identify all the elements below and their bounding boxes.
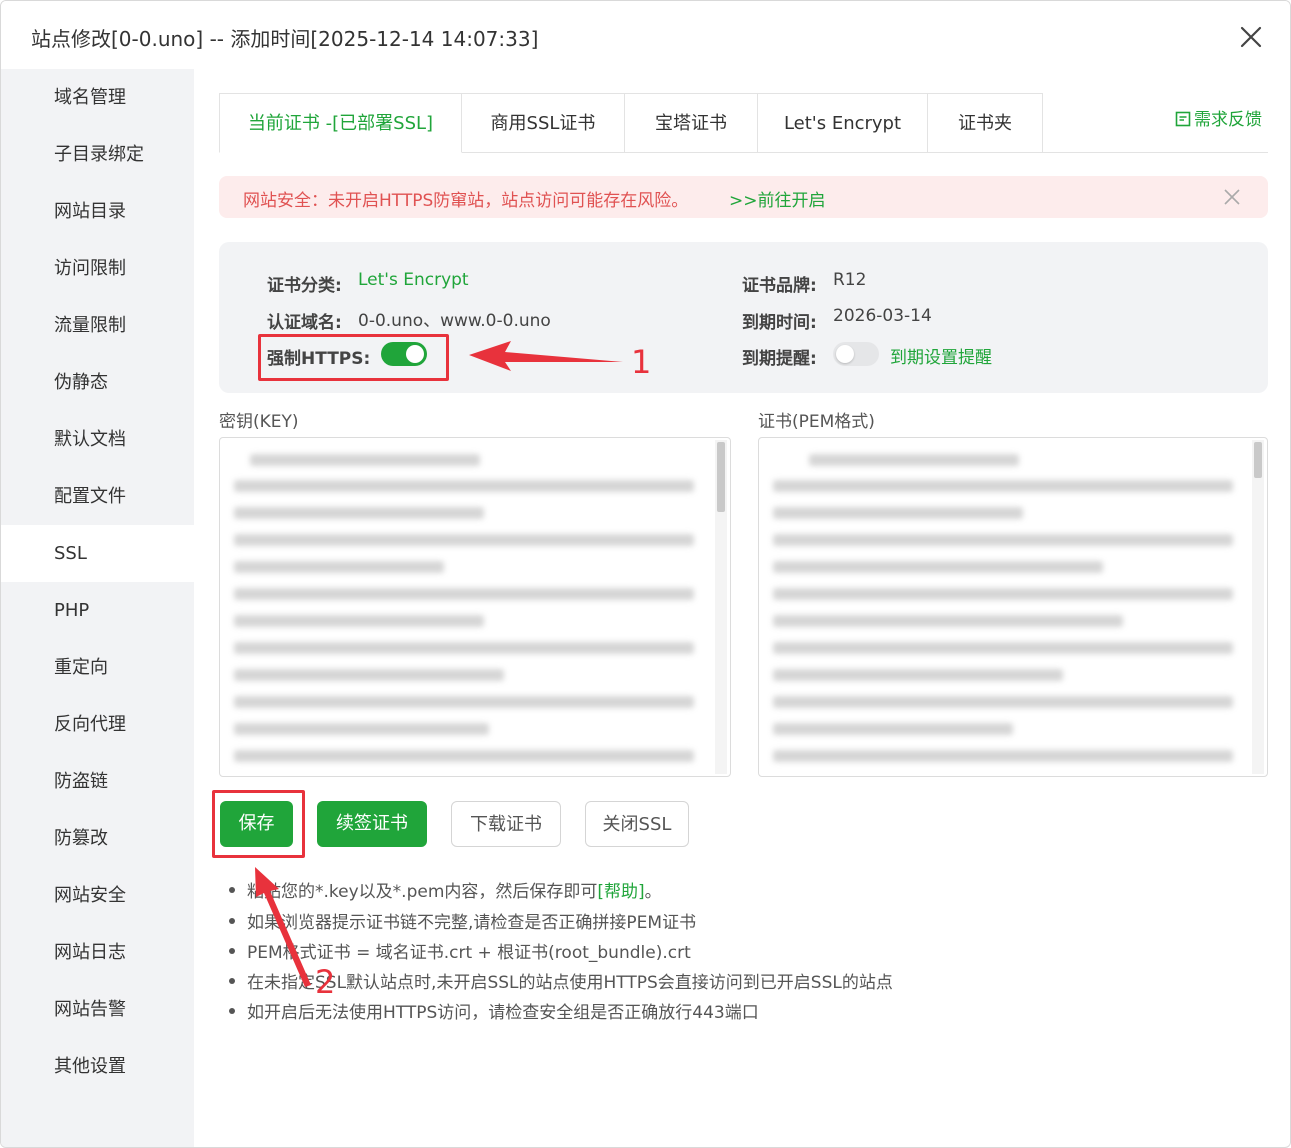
tip-item: 如开启后无法使用HTTPS访问，请检查安全组是否正确放行443端口 bbox=[229, 998, 759, 1023]
sidebar-item-config[interactable]: 配置文件 bbox=[1, 468, 194, 525]
sidebar-item-subdir[interactable]: 子目录绑定 bbox=[1, 126, 194, 183]
settings-sidebar: 域名管理 子目录绑定 网站目录 访问限制 流量限制 伪静态 默认文档 配置文件 … bbox=[1, 69, 194, 1147]
set-reminder-link[interactable]: 到期设置提醒 bbox=[890, 343, 992, 368]
annotation-number-1: 1 bbox=[631, 343, 652, 381]
feedback-link[interactable]: 需求反馈 bbox=[1175, 105, 1262, 132]
cert-domain-label: 认证域名: bbox=[267, 313, 342, 333]
sidebar-item-logs[interactable]: 网站日志 bbox=[1, 924, 194, 981]
expire-date-label: 到期时间: bbox=[742, 313, 817, 333]
dialog-title: 站点修改[0-0.uno] -- 添加时间[2025-12-14 14:07:3… bbox=[31, 27, 539, 51]
https-warning-alert: 网站安全：未开启HTTPS防窜站，站点访问可能存在风险。 >>前往开启 bbox=[219, 176, 1268, 218]
alert-close-button[interactable] bbox=[1223, 188, 1241, 206]
cert-scrollbar[interactable] bbox=[1252, 440, 1264, 774]
cert-brand-label: 证书品牌: bbox=[742, 276, 817, 296]
sidebar-item-alerts[interactable]: 网站告警 bbox=[1, 981, 194, 1038]
enable-protection-link[interactable]: >>前往开启 bbox=[729, 186, 826, 211]
cert-domain-value: 0-0.uno、www.0-0.uno bbox=[358, 311, 551, 331]
close-ssl-button[interactable]: 关闭SSL bbox=[585, 801, 689, 847]
sidebar-item-access-limit[interactable]: 访问限制 bbox=[1, 240, 194, 297]
cert-brand-value: R12 bbox=[833, 270, 867, 290]
sidebar-item-redirect[interactable]: 重定向 bbox=[1, 639, 194, 696]
cert-field-label: 证书(PEM格式) bbox=[758, 412, 875, 432]
sidebar-item-default-doc[interactable]: 默认文档 bbox=[1, 411, 194, 468]
key-field-label: 密钥(KEY) bbox=[219, 412, 299, 432]
feedback-label: 需求反馈 bbox=[1194, 110, 1262, 130]
alert-text: 网站安全：未开启HTTPS防窜站，站点访问可能存在风险。 bbox=[243, 191, 689, 211]
annotation-number-2: 2 bbox=[315, 963, 336, 1001]
tab-current-cert[interactable]: 当前证书 -[已部署SSL] bbox=[219, 93, 462, 153]
tab-cert-folder[interactable]: 证书夹 bbox=[928, 93, 1043, 153]
expire-reminder-toggle[interactable] bbox=[833, 342, 879, 366]
sidebar-item-other[interactable]: 其他设置 bbox=[1, 1038, 194, 1095]
expire-date-value: 2026-03-14 bbox=[833, 306, 932, 326]
sidebar-item-tamper[interactable]: 防篡改 bbox=[1, 810, 194, 867]
sidebar-item-rewrite[interactable]: 伪静态 bbox=[1, 354, 194, 411]
sidebar-item-php[interactable]: PHP bbox=[1, 582, 194, 639]
tab-underline bbox=[1043, 152, 1268, 153]
annotation-box-1 bbox=[258, 334, 449, 381]
key-scrollbar[interactable] bbox=[715, 440, 727, 774]
close-icon bbox=[1224, 189, 1240, 205]
sidebar-item-reverse-proxy[interactable]: 反向代理 bbox=[1, 696, 194, 753]
close-icon bbox=[1240, 26, 1262, 48]
sidebar-item-domain[interactable]: 域名管理 bbox=[1, 69, 194, 126]
site-edit-dialog: 站点修改[0-0.uno] -- 添加时间[2025-12-14 14:07:3… bbox=[0, 0, 1291, 1148]
sidebar-item-traffic-limit[interactable]: 流量限制 bbox=[1, 297, 194, 354]
annotation-arrow-1-icon bbox=[469, 341, 623, 371]
expire-reminder-label: 到期提醒: bbox=[742, 349, 817, 369]
key-textarea[interactable] bbox=[219, 437, 731, 777]
tab-bt-cert[interactable]: 宝塔证书 bbox=[625, 93, 758, 153]
sidebar-item-hotlink[interactable]: 防盗链 bbox=[1, 753, 194, 810]
annotation-box-2 bbox=[212, 790, 305, 858]
sidebar-item-security[interactable]: 网站安全 bbox=[1, 867, 194, 924]
cert-category-label: 证书分类: bbox=[267, 276, 342, 296]
cert-textarea[interactable] bbox=[758, 437, 1268, 777]
tab-commercial-ssl[interactable]: 商用SSL证书 bbox=[462, 93, 625, 153]
help-link[interactable]: [帮助] bbox=[597, 882, 644, 902]
sidebar-item-ssl[interactable]: SSL bbox=[1, 525, 194, 582]
dialog-titlebar: 站点修改[0-0.uno] -- 添加时间[2025-12-14 14:07:3… bbox=[1, 1, 1290, 69]
cert-category-value: Let's Encrypt bbox=[358, 270, 469, 290]
feedback-icon bbox=[1175, 111, 1191, 132]
close-dialog-button[interactable] bbox=[1233, 19, 1269, 55]
tab-lets-encrypt[interactable]: Let's Encrypt bbox=[758, 93, 928, 153]
download-cert-button[interactable]: 下载证书 bbox=[451, 801, 561, 847]
renew-cert-button[interactable]: 续签证书 bbox=[317, 801, 427, 847]
sidebar-item-site-dir[interactable]: 网站目录 bbox=[1, 183, 194, 240]
